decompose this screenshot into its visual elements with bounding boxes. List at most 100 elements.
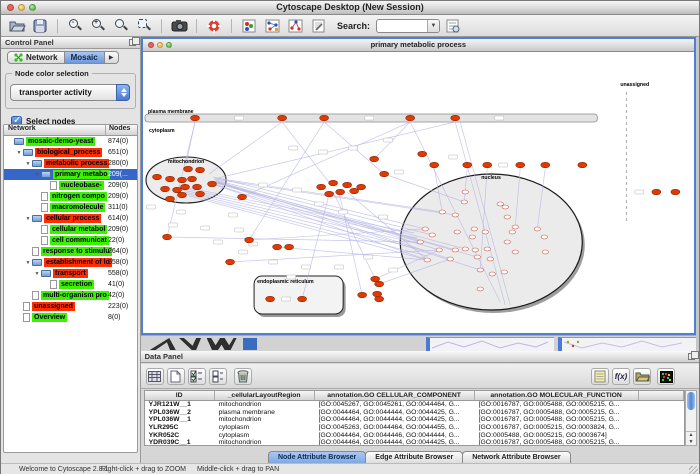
network-node[interactable] bbox=[670, 189, 679, 195]
table-row[interactable]: YDR039C__1mitochondrion[GO:0044464, GO:0… bbox=[145, 439, 684, 446]
network-node[interactable] bbox=[192, 184, 201, 190]
network-node[interactable] bbox=[577, 162, 586, 168]
network-node[interactable] bbox=[370, 276, 379, 282]
network-node[interactable] bbox=[374, 281, 383, 287]
background-window[interactable] bbox=[558, 337, 696, 351]
scrollbar-thumb[interactable] bbox=[687, 392, 695, 410]
zoom-fit-button[interactable] bbox=[111, 17, 131, 35]
network-node-small[interactable] bbox=[462, 190, 468, 194]
tree-row[interactable]: response to stimulu264(0) bbox=[4, 246, 137, 257]
table-row[interactable]: YPL036W__2plasma membrane[GO:0044464, GO… bbox=[145, 409, 684, 417]
network-node[interactable] bbox=[162, 234, 171, 240]
expand-arrow-icon[interactable]: ▼ bbox=[24, 260, 32, 266]
unselect-attributes-button[interactable] bbox=[209, 368, 227, 385]
tree-col-nodes[interactable]: Nodes bbox=[106, 125, 130, 135]
tree-row[interactable]: nitrogen compo209(0) bbox=[4, 191, 137, 202]
minimize-view-icon[interactable] bbox=[157, 42, 163, 48]
table-scrollbar[interactable]: ▲▼ bbox=[685, 390, 697, 446]
network-node-small[interactable] bbox=[471, 227, 477, 231]
network-edge[interactable] bbox=[339, 193, 362, 295]
network-node[interactable] bbox=[284, 244, 293, 250]
tree-row[interactable]: mosaic-demo-yeast874(0) bbox=[4, 136, 137, 147]
tree-row[interactable]: ▼establishment of lo558(0) bbox=[4, 257, 137, 268]
network-node[interactable] bbox=[207, 181, 216, 187]
network-node[interactable] bbox=[405, 115, 414, 121]
network-node-small[interactable] bbox=[541, 235, 547, 239]
minimize-window-icon[interactable] bbox=[18, 4, 25, 11]
background-window-thumbnail[interactable] bbox=[151, 336, 271, 351]
resize-grip[interactable] bbox=[689, 466, 698, 474]
network-node-small[interactable] bbox=[422, 227, 428, 231]
tree-row[interactable]: ▼biological_process651(0) bbox=[4, 147, 137, 158]
network-node[interactable] bbox=[177, 192, 186, 198]
select-attributes-button[interactable] bbox=[188, 368, 206, 385]
network-node-small[interactable] bbox=[461, 200, 467, 204]
network-node[interactable] bbox=[417, 151, 426, 157]
table-row[interactable]: YLR295Ccytoplasm[GO:0045263, GO:0044464,… bbox=[145, 424, 684, 432]
network-node[interactable] bbox=[172, 187, 181, 193]
network-node[interactable] bbox=[225, 259, 234, 265]
network-node[interactable] bbox=[374, 296, 383, 302]
network-node-small[interactable] bbox=[454, 230, 460, 234]
float-panel-icon[interactable] bbox=[688, 353, 695, 360]
network-node[interactable] bbox=[651, 189, 660, 195]
network-node-small[interactable] bbox=[452, 248, 458, 252]
network-node-small[interactable] bbox=[489, 272, 495, 276]
network-view-window[interactable]: primary metabolic process plasma membran… bbox=[141, 37, 696, 335]
network-graph[interactable]: plasma membranecytoplasmmitochondrionnuc… bbox=[143, 52, 694, 333]
col-region[interactable]: _cellularLayoutRegion bbox=[215, 391, 315, 400]
tree-row[interactable]: multi-organism pro42(0) bbox=[4, 290, 137, 301]
search-input[interactable]: ▼ bbox=[376, 19, 440, 33]
network-node[interactable] bbox=[356, 184, 365, 190]
network-node-small[interactable] bbox=[504, 240, 510, 244]
network-node[interactable] bbox=[183, 166, 192, 172]
import-attributes-button[interactable] bbox=[633, 368, 651, 385]
network-node-small[interactable] bbox=[429, 233, 435, 237]
network-node-small[interactable] bbox=[472, 248, 478, 252]
network-node[interactable] bbox=[165, 176, 174, 182]
network-node[interactable] bbox=[357, 292, 366, 298]
tab-network[interactable]: Network bbox=[7, 51, 65, 64]
network-node-small[interactable] bbox=[474, 255, 480, 259]
network-node[interactable] bbox=[342, 182, 351, 188]
network-node[interactable] bbox=[272, 244, 281, 250]
network-node[interactable] bbox=[190, 115, 199, 121]
network-node[interactable] bbox=[429, 162, 438, 168]
network-node[interactable] bbox=[515, 162, 524, 168]
network-node-small[interactable] bbox=[484, 247, 490, 251]
network-node[interactable] bbox=[462, 162, 471, 168]
zoom-out-button[interactable]: - bbox=[65, 17, 85, 35]
network-node-small[interactable] bbox=[504, 215, 510, 219]
open-file-button[interactable] bbox=[7, 17, 27, 35]
tab-network-attribute-browser[interactable]: Network Attribute Browser bbox=[462, 451, 570, 463]
network-node[interactable] bbox=[450, 115, 459, 121]
network-node-small[interactable] bbox=[477, 268, 483, 272]
attribute-matrix-button[interactable] bbox=[657, 368, 675, 385]
expand-arrow-icon[interactable]: ▼ bbox=[33, 172, 41, 178]
tab-node-attribute-browser[interactable]: Node Attribute Browser bbox=[268, 451, 366, 463]
network-node[interactable] bbox=[152, 174, 161, 180]
save-session-button[interactable] bbox=[30, 17, 50, 35]
col-id[interactable]: ID bbox=[145, 391, 215, 400]
network-node-small[interactable] bbox=[417, 240, 423, 244]
network-node[interactable] bbox=[335, 189, 344, 195]
scrollbar-arrows[interactable]: ▲▼ bbox=[686, 431, 696, 445]
network-node[interactable] bbox=[277, 115, 286, 121]
network-edge[interactable] bbox=[167, 237, 420, 242]
advanced-search-button[interactable] bbox=[443, 17, 463, 35]
network-node[interactable] bbox=[177, 177, 186, 183]
vizmapper-button[interactable] bbox=[239, 17, 259, 35]
annotation-button[interactable] bbox=[308, 17, 328, 35]
network-node[interactable] bbox=[328, 180, 337, 186]
network-view-titlebar[interactable]: primary metabolic process bbox=[143, 39, 694, 52]
network-edge[interactable] bbox=[181, 188, 417, 238]
attribute-grid-button[interactable] bbox=[146, 368, 164, 385]
network-node-small[interactable] bbox=[509, 230, 515, 234]
col-molecular-function[interactable]: annotation.GO MOLECULAR_FUNCTION bbox=[475, 391, 639, 400]
network-node[interactable] bbox=[195, 191, 204, 197]
window-titlebar[interactable]: Cytoscape Desktop (New Session) bbox=[1, 1, 699, 15]
table-row[interactable]: YJR121W__1mitochondrion[GO:0045267, GO:0… bbox=[145, 401, 684, 409]
new-attribute-button[interactable] bbox=[167, 368, 185, 385]
float-panel-icon[interactable] bbox=[129, 39, 136, 46]
network-edge[interactable] bbox=[218, 122, 455, 178]
